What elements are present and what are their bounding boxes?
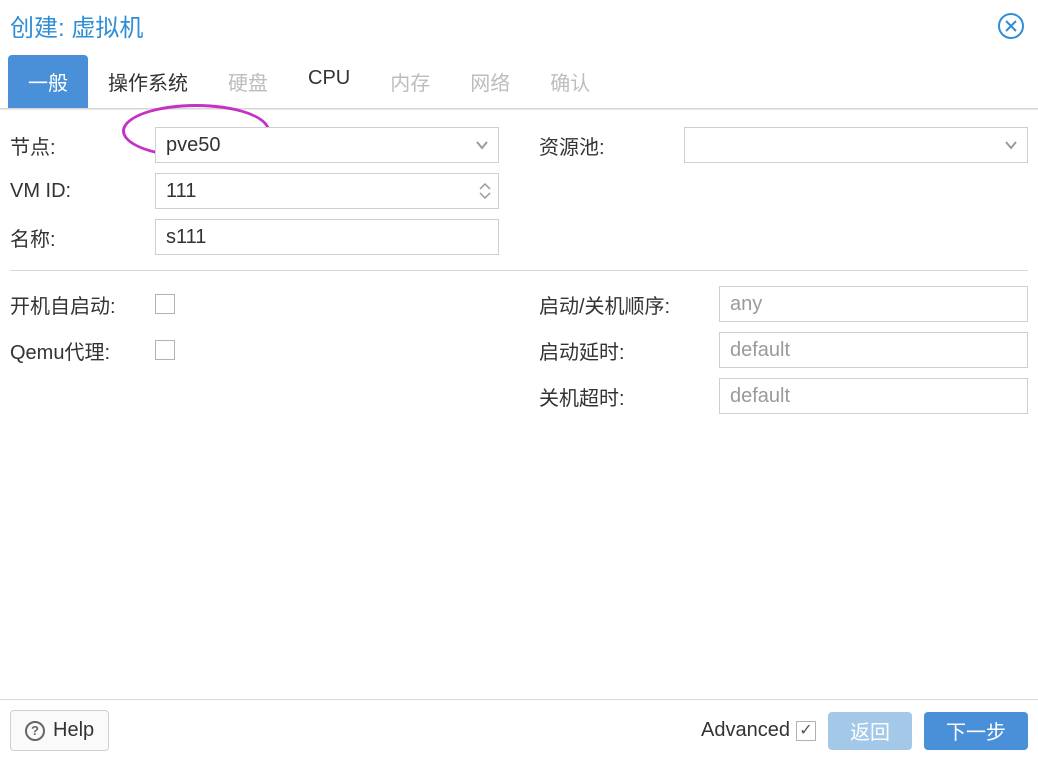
advanced-right-column: 启动/关机顺序: 启动延时: 关机超时:: [539, 285, 1028, 415]
next-button[interactable]: 下一步: [924, 712, 1028, 750]
tab-os[interactable]: 操作系统: [88, 55, 208, 108]
dialog-title-bar: 创建: 虚拟机: [0, 0, 1038, 55]
create-vm-dialog: 创建: 虚拟机 一般 操作系统 硬盘 CPU 内存 网络 确认 节点:: [0, 0, 1038, 761]
vmid-input[interactable]: [155, 173, 499, 209]
chevron-down-icon[interactable]: [473, 136, 491, 154]
autostart-checkbox[interactable]: [155, 294, 175, 314]
close-button[interactable]: [998, 13, 1024, 39]
help-icon: ?: [25, 721, 45, 741]
advanced-left-column: 开机自启动: Qemu代理:: [10, 285, 499, 415]
name-input[interactable]: [155, 219, 499, 255]
close-icon: [1004, 19, 1018, 33]
dialog-footer: ? Help Advanced 返回 下一步: [0, 699, 1038, 761]
tab-general[interactable]: 一般: [8, 55, 88, 108]
tab-network: 网络: [450, 55, 530, 108]
chevron-down-icon: [479, 191, 491, 199]
chevron-up-icon: [479, 183, 491, 191]
tab-confirm: 确认: [530, 55, 610, 108]
form-top-section: 节点: VM ID:: [10, 126, 1028, 256]
section-divider: [10, 270, 1028, 271]
form-area: 节点: VM ID:: [0, 109, 1038, 699]
pool-select[interactable]: [684, 127, 1028, 163]
form-advanced-section: 开机自启动: Qemu代理: 启动/关机顺序:: [10, 285, 1028, 415]
back-button[interactable]: 返回: [828, 712, 912, 750]
label-node: 节点:: [10, 131, 155, 160]
shutdown-timeout-input[interactable]: [719, 378, 1028, 414]
row-autostart: 开机自启动:: [10, 285, 499, 323]
node-select[interactable]: [155, 127, 499, 163]
chevron-down-icon[interactable]: [1002, 136, 1020, 154]
help-label: Help: [53, 719, 94, 742]
dialog-title: 创建: 虚拟机: [10, 8, 143, 43]
advanced-checkbox[interactable]: [796, 721, 816, 741]
boot-delay-input[interactable]: [719, 332, 1028, 368]
label-boot-delay: 启动延时:: [539, 336, 719, 365]
tab-disk: 硬盘: [208, 55, 288, 108]
footer-right-group: Advanced 返回 下一步: [701, 712, 1028, 750]
help-button[interactable]: ? Help: [10, 710, 109, 751]
left-column: 节点: VM ID:: [10, 126, 499, 256]
tab-cpu[interactable]: CPU: [288, 55, 370, 108]
label-vmid: VM ID:: [10, 180, 155, 203]
label-qemu-agent: Qemu代理:: [10, 336, 155, 365]
row-shutdown-timeout: 关机超时:: [539, 377, 1028, 415]
label-autostart: 开机自启动:: [10, 290, 155, 319]
label-pool: 资源池:: [539, 131, 684, 160]
row-pool: 资源池:: [539, 126, 1028, 164]
boot-order-input[interactable]: [719, 286, 1028, 322]
advanced-toggle[interactable]: Advanced: [701, 719, 816, 742]
row-vmid: VM ID:: [10, 172, 499, 210]
row-node: 节点:: [10, 126, 499, 164]
row-name: 名称:: [10, 218, 499, 256]
row-boot-delay: 启动延时:: [539, 331, 1028, 369]
spinner-icons[interactable]: [479, 183, 491, 199]
advanced-label: Advanced: [701, 719, 790, 742]
label-boot-order: 启动/关机顺序:: [539, 290, 719, 319]
label-name: 名称:: [10, 223, 155, 252]
row-qemu-agent: Qemu代理:: [10, 331, 499, 369]
right-column: 资源池:: [539, 126, 1028, 256]
tab-memory: 内存: [370, 55, 450, 108]
wizard-tabs: 一般 操作系统 硬盘 CPU 内存 网络 确认: [0, 55, 1038, 109]
row-boot-order: 启动/关机顺序:: [539, 285, 1028, 323]
qemu-agent-checkbox[interactable]: [155, 340, 175, 360]
label-shutdown-timeout: 关机超时:: [539, 382, 719, 411]
